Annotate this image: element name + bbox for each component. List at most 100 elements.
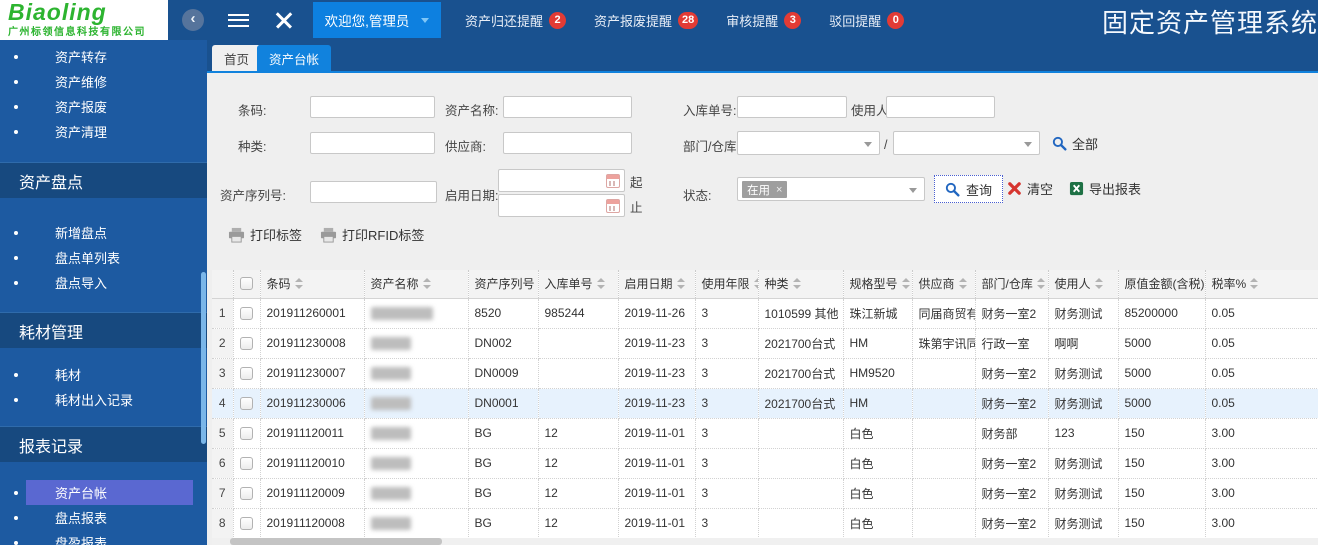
table-cell: BG	[468, 418, 538, 448]
calendar-icon[interactable]	[606, 174, 620, 188]
column-header[interactable]: 规格型号	[843, 270, 912, 298]
notification-item[interactable]: 资产归还提醒2	[465, 11, 566, 30]
sidebar-item[interactable]: 盘点报表	[0, 505, 207, 530]
row-checkbox[interactable]	[240, 307, 253, 320]
table-cell: 行政一室	[975, 328, 1048, 358]
column-header[interactable]: 条码	[260, 270, 364, 298]
notification-item[interactable]: 审核提醒3	[726, 11, 801, 30]
sidebar-item[interactable]: 耗材	[0, 362, 207, 387]
tag-remove-icon[interactable]: ×	[776, 184, 782, 196]
column-header-label: 税率%	[1212, 277, 1247, 291]
table-cell: 同届商贸有限	[912, 298, 975, 328]
sort-icon[interactable]	[677, 277, 686, 290]
sort-icon[interactable]	[754, 277, 758, 290]
table-cell: 财务测试	[1048, 478, 1118, 508]
table-cell: 3	[695, 298, 758, 328]
user-input[interactable]	[886, 96, 995, 118]
menu-icon[interactable]	[228, 14, 249, 27]
table-cell	[912, 418, 975, 448]
sidebar-item[interactable]: 盘点单列表	[0, 245, 207, 270]
horizontal-scrollbar[interactable]	[212, 538, 1318, 545]
category-input[interactable]	[310, 132, 435, 154]
sidebar-item[interactable]: 资产清理	[0, 119, 207, 144]
close-icon[interactable]	[275, 11, 293, 29]
sort-icon[interactable]	[902, 277, 911, 290]
column-header[interactable]: 种类	[758, 270, 843, 298]
table-cell	[912, 388, 975, 418]
table-cell: 5000	[1118, 388, 1205, 418]
column-header[interactable]: 部门/仓库	[975, 270, 1048, 298]
dept-select[interactable]	[737, 131, 880, 155]
notification-item[interactable]: 驳回提醒0	[829, 11, 904, 30]
sidebar-item[interactable]: 盘盈报表	[0, 530, 207, 545]
supplier-input[interactable]	[503, 132, 632, 154]
column-header[interactable]: 入库单号	[538, 270, 618, 298]
table-cell: 123	[1048, 418, 1118, 448]
export-button[interactable]: 导出报表	[1069, 179, 1141, 198]
checkbox-cell	[233, 358, 260, 388]
calendar-icon[interactable]	[606, 199, 620, 213]
warehouse-select[interactable]	[893, 131, 1040, 155]
row-number-cell: 1	[212, 298, 233, 328]
sidebar-item[interactable]: 资产报废	[0, 94, 207, 119]
horizontal-scrollbar-thumb[interactable]	[230, 538, 442, 545]
date-to-input[interactable]	[498, 194, 625, 217]
print-rfid-button[interactable]: 打印RFID标签	[320, 225, 424, 244]
sort-icon[interactable]	[597, 277, 606, 290]
column-header-label: 部门/仓库	[982, 277, 1033, 291]
sidebar-item[interactable]: 资产维修	[0, 69, 207, 94]
sort-icon[interactable]	[959, 277, 968, 290]
sidebar-scrollbar[interactable]	[201, 272, 206, 444]
table-cell: DN0001	[468, 388, 538, 418]
tab-item[interactable]: 首页	[212, 45, 261, 71]
column-header[interactable]: 使用人	[1048, 270, 1118, 298]
row-checkbox[interactable]	[240, 517, 253, 530]
sidebar-item[interactable]: 资产转存	[0, 44, 207, 69]
serial-input[interactable]	[310, 181, 437, 203]
table-cell	[912, 358, 975, 388]
table-cell	[364, 448, 468, 478]
sidebar-section[interactable]: 耗材管理	[0, 312, 207, 348]
sort-icon[interactable]	[295, 277, 304, 290]
sidebar-section[interactable]: 资产盘点	[0, 162, 207, 198]
row-checkbox[interactable]	[240, 427, 253, 440]
inbound-no-input[interactable]	[737, 96, 847, 118]
show-all-button[interactable]: 全部	[1052, 134, 1098, 153]
status-select[interactable]: 在用 ×	[737, 177, 925, 201]
select-all-checkbox[interactable]	[240, 277, 253, 290]
barcode-input[interactable]	[310, 96, 435, 118]
row-checkbox[interactable]	[240, 397, 253, 410]
sidebar-section[interactable]: 报表记录	[0, 426, 207, 462]
sort-icon[interactable]	[1250, 277, 1259, 290]
sidebar-item[interactable]: 盘点导入	[0, 270, 207, 295]
clear-button[interactable]: 清空	[1007, 179, 1053, 198]
row-checkbox[interactable]	[240, 487, 253, 500]
column-header-label: 种类	[765, 277, 789, 291]
user-menu-button[interactable]: 欢迎您,管理员	[313, 2, 441, 38]
notification-item[interactable]: 资产报废提醒28	[594, 11, 698, 30]
print-label-button[interactable]: 打印标签	[228, 225, 302, 244]
collapse-sidebar-icon[interactable]: ‹	[182, 9, 204, 31]
sort-icon[interactable]	[423, 277, 432, 290]
row-checkbox[interactable]	[240, 457, 253, 470]
search-button[interactable]: 查询	[934, 175, 1003, 203]
sidebar-item[interactable]: 新增盘点	[0, 220, 207, 245]
row-checkbox[interactable]	[240, 367, 253, 380]
column-header[interactable]: 使用年限	[695, 270, 758, 298]
sort-icon[interactable]	[1037, 277, 1046, 290]
asset-name-input[interactable]	[503, 96, 632, 118]
sidebar-item[interactable]: 资产台帐	[0, 480, 207, 505]
tab-active[interactable]: 资产台帐	[257, 45, 331, 71]
sort-icon[interactable]	[1095, 277, 1104, 290]
column-header[interactable]: 税率%	[1205, 270, 1318, 298]
row-number-cell: 5	[212, 418, 233, 448]
row-checkbox[interactable]	[240, 337, 253, 350]
column-header-label: 资产序列号	[475, 277, 535, 291]
date-from-input[interactable]	[498, 169, 625, 192]
column-header[interactable]: 启用日期	[618, 270, 695, 298]
sort-icon[interactable]	[793, 277, 802, 290]
sidebar-item[interactable]: 耗材出入记录	[0, 387, 207, 412]
column-header[interactable]: 供应商	[912, 270, 975, 298]
table-cell: 5000	[1118, 328, 1205, 358]
column-header[interactable]: 资产名称	[364, 270, 468, 298]
